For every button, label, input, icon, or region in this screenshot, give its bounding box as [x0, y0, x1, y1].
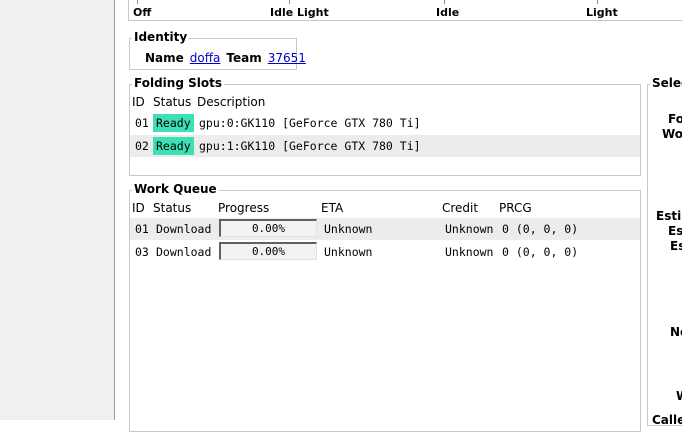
slider-label-idle-light[interactable]: Idle Light: [270, 6, 329, 19]
detail-label: Estin: [656, 209, 682, 223]
detail-label: Es: [670, 239, 682, 253]
slider-label-light[interactable]: Light: [586, 6, 618, 19]
col-id[interactable]: ID: [132, 201, 145, 215]
unit-eta: Unknown: [324, 222, 373, 236]
slider-tick: [289, 0, 290, 4]
col-credit[interactable]: Credit: [442, 201, 478, 215]
selected-work-unit-group: Selec Fo Wo Estin Est Es Ne W Calle: [647, 76, 682, 427]
unit-prcg: 0 (0, 0, 0): [502, 222, 579, 236]
unit-eta: Unknown: [324, 245, 373, 259]
unit-prcg: 0 (0, 0, 0): [502, 245, 579, 259]
slot-row[interactable]: 02 Ready gpu:1:GK110 [GeForce GTX 780 Ti…: [130, 135, 640, 157]
left-pane: [0, 0, 114, 420]
team-link[interactable]: 37651: [268, 51, 306, 65]
progress-bar: 0.00%: [219, 242, 317, 260]
folding-slots-group: Folding Slots ID Status Description 01 R…: [129, 76, 641, 176]
work-queue-group: Work Queue ID Status Progress ETA Credit…: [129, 182, 641, 432]
selected-legend: Selec: [650, 76, 682, 90]
power-slider-frame: Off Idle Light Idle Light: [128, 0, 682, 21]
col-description[interactable]: Description: [197, 95, 265, 109]
slider-tick: [597, 0, 598, 4]
status-badge: Ready: [153, 114, 194, 132]
unit-credit: Unknown: [445, 245, 494, 259]
slot-id: 01: [135, 116, 149, 130]
col-progress[interactable]: Progress: [218, 201, 269, 215]
identity-legend: Identity: [132, 30, 190, 44]
unit-id: 03: [135, 245, 149, 259]
folding-slots-legend: Folding Slots: [132, 76, 224, 90]
work-queue-legend: Work Queue: [132, 182, 219, 196]
queue-header: ID Status Progress ETA Credit PRCG: [130, 200, 640, 217]
unit-credit: Unknown: [445, 222, 494, 236]
col-id[interactable]: ID: [132, 95, 145, 109]
slider-label-off[interactable]: Off: [133, 6, 151, 19]
team-label: Team: [226, 51, 262, 65]
slots-header: ID Status Description: [130, 94, 640, 111]
detail-label: Est: [668, 224, 682, 238]
slot-row[interactable]: 01 Ready gpu:0:GK110 [GeForce GTX 780 Ti…: [130, 112, 640, 134]
unit-id: 01: [135, 222, 149, 236]
unit-status: Download: [156, 245, 212, 259]
identity-group: Identity Name doffa Team 37651: [129, 30, 306, 70]
col-prcg[interactable]: PRCG: [499, 201, 532, 215]
name-label: Name: [145, 51, 184, 65]
slider-tick: [137, 0, 138, 4]
name-link[interactable]: doffa: [190, 51, 221, 65]
col-status[interactable]: Status: [153, 95, 191, 109]
detail-label: Fo: [668, 112, 682, 126]
queue-row[interactable]: 03 Download 0.00% Unknown Unknown 0 (0, …: [130, 241, 640, 263]
status-badge: Ready: [153, 137, 194, 155]
slot-description: gpu:0:GK110 [GeForce GTX 780 Ti]: [199, 116, 421, 130]
queue-row[interactable]: 01 Download 0.00% Unknown Unknown 0 (0, …: [130, 218, 640, 240]
slot-id: 02: [135, 139, 149, 153]
detail-label: W: [676, 389, 682, 403]
slot-description: gpu:1:GK110 [GeForce GTX 780 Ti]: [199, 139, 421, 153]
unit-status: Download: [156, 222, 212, 236]
detail-label: Calle: [652, 413, 682, 427]
slider-tick: [444, 0, 445, 4]
detail-label: Ne: [670, 325, 682, 339]
detail-label: Wo: [662, 127, 682, 141]
col-status[interactable]: Status: [153, 201, 191, 215]
slider-label-idle[interactable]: Idle: [436, 6, 459, 19]
progress-bar: 0.00%: [219, 219, 317, 237]
col-eta[interactable]: ETA: [321, 201, 343, 215]
